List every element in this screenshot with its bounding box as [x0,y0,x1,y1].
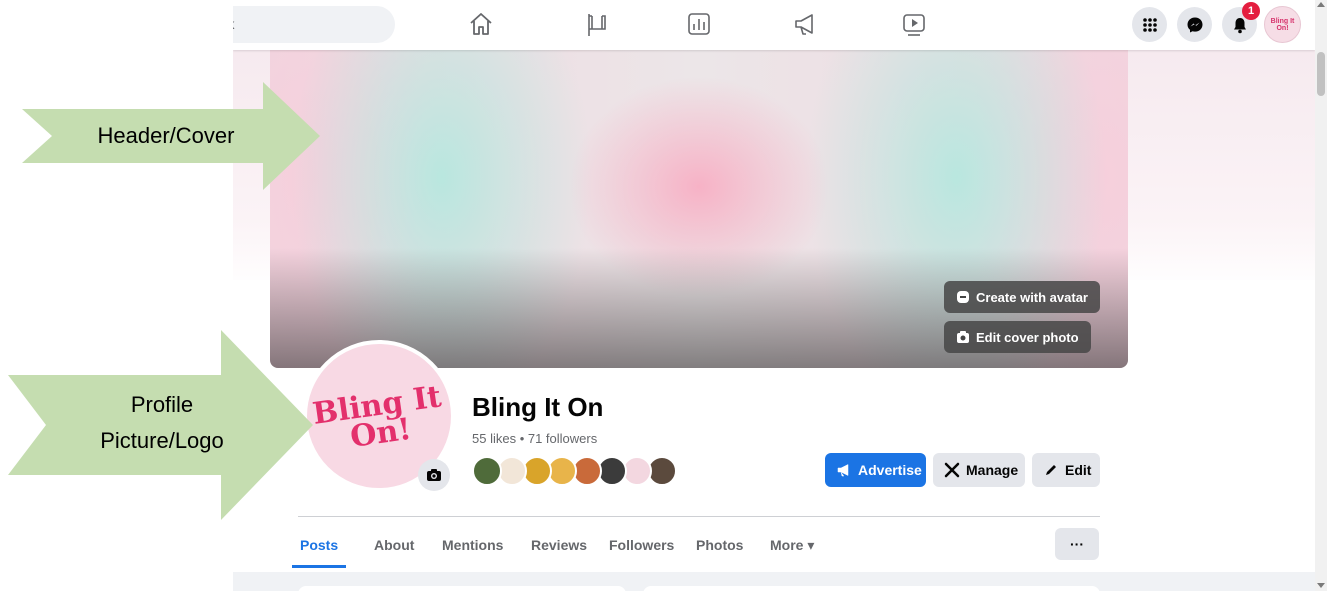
likes-followers-count[interactable]: 55 likes • 71 followers [472,431,597,446]
facebook-page: Create with avatar Edit cover photo Face… [233,0,1315,591]
account-avatar[interactable]: Bling It On! [1264,6,1301,43]
edit-cover-photo-button[interactable]: Edit cover photo [944,321,1091,353]
tab-about[interactable]: About [366,528,422,568]
feed-left-card [298,586,626,591]
pencil-icon [1043,462,1059,478]
notification-badge: 1 [1242,2,1260,20]
follower-avatar[interactable] [472,456,502,486]
tabs-divider [298,516,1100,517]
avatar-icon [956,290,970,304]
camera-icon [427,469,441,481]
more-options-button[interactable]: ··· [1055,528,1099,560]
profile-picture-label-line2: Picture/Logo [100,428,224,453]
edit-label: Edit [1065,462,1092,478]
tab-followers[interactable]: Followers [601,528,682,568]
menu-grid-button[interactable] [1132,7,1167,42]
flag-icon[interactable] [582,9,612,39]
profile-picture-label-line1: Profile [130,392,194,417]
profile-logo-text: Bling It On! [310,379,444,455]
create-with-avatar-button[interactable]: Create with avatar [944,281,1100,313]
tab-reviews[interactable]: Reviews [523,528,595,568]
scroll-up-arrow-icon[interactable] [1317,2,1325,7]
insights-icon[interactable] [684,9,714,39]
grid-icon [1142,17,1157,32]
tab-mentions[interactable]: Mentions [434,528,511,568]
messenger-button[interactable] [1177,7,1212,42]
tab-more[interactable]: More ▾ [762,528,822,568]
tab-photos[interactable]: Photos [688,528,751,568]
video-icon[interactable] [899,9,929,39]
cover-photo: Create with avatar Edit cover photo [270,50,1128,368]
scrollbar-thumb[interactable] [1317,52,1325,96]
header-cover-label: Header/Cover [97,123,235,148]
advertise-button[interactable]: Advertise [825,453,926,487]
manage-button[interactable]: Manage [933,453,1025,487]
camera-icon [956,330,970,344]
page-title: Bling It On [472,392,604,422]
megaphone-icon[interactable] [790,9,820,39]
search-input[interactable]: Facebook [233,6,395,43]
megaphone-icon [836,462,852,478]
create-with-avatar-label: Create with avatar [976,289,1088,305]
top-navigation-bar: Facebook [233,0,1315,50]
update-profile-picture-button[interactable] [418,459,450,491]
messenger-icon [1187,17,1202,32]
advertise-label: Advertise [858,462,922,478]
home-icon[interactable] [466,9,496,39]
edit-button[interactable]: Edit [1032,453,1100,487]
scroll-down-arrow-icon[interactable] [1317,583,1325,588]
feed-right-card [643,586,1100,591]
manage-label: Manage [966,462,1019,478]
profile-picture-arrow [8,330,313,520]
tab-posts[interactable]: Posts [292,528,347,568]
tools-icon [944,462,960,478]
edit-cover-photo-label: Edit cover photo [976,329,1079,345]
